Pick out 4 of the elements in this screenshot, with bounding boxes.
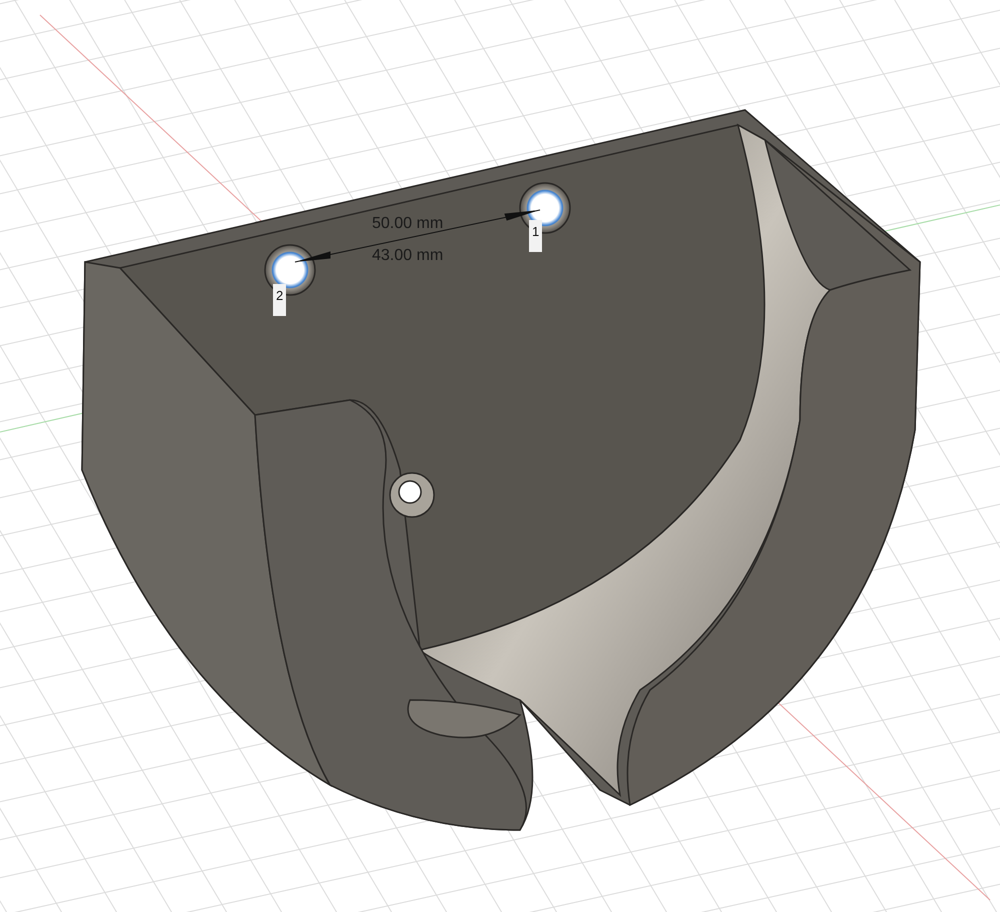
hole-number-tag: 1 xyxy=(529,220,542,252)
dimension-label: 43.00 mm xyxy=(372,246,444,266)
hole-number-tag: 2 xyxy=(273,284,286,316)
dimension-label: 50.00 mm xyxy=(372,214,444,234)
